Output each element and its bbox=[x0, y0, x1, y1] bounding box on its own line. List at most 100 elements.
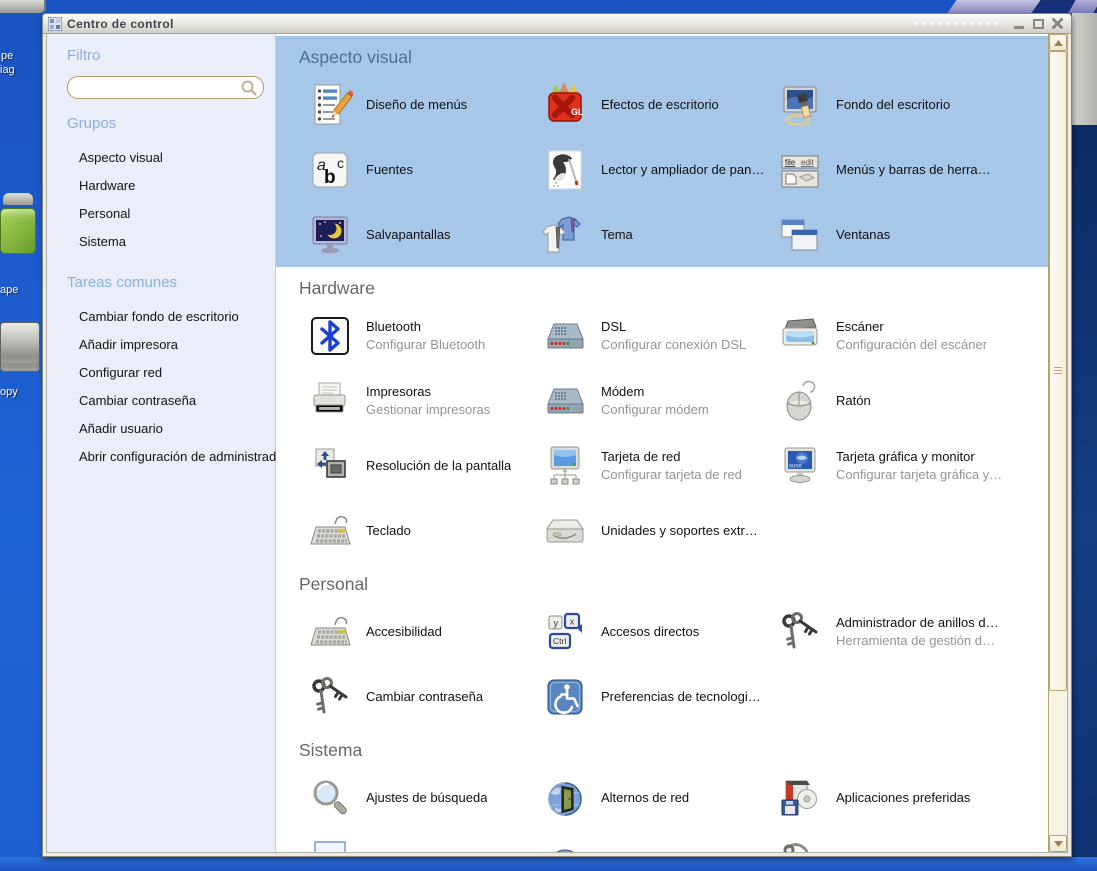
item-text: EscánerConfiguración del escáner bbox=[836, 318, 987, 354]
background-window-fragment bbox=[947, 0, 1040, 13]
item-graphics-card[interactable]: suseTarjeta gráfica y monitorConfigurar … bbox=[777, 442, 1027, 490]
partial-rect-icon bbox=[307, 840, 353, 852]
item-label: Fondo del escritorio bbox=[836, 96, 950, 114]
maximize-button[interactable] bbox=[1030, 16, 1046, 31]
titlebar-dots-texture bbox=[912, 20, 998, 27]
item-accessibility-keyboard[interactable]: Accesibilidad bbox=[307, 608, 542, 656]
item-keyboard[interactable]: Teclado bbox=[307, 507, 542, 555]
network-proxy-icon bbox=[542, 775, 588, 821]
sidebar-group-hardware[interactable]: Hardware bbox=[47, 172, 275, 200]
item-keyring[interactable]: Administrador de anillos d…Herramienta d… bbox=[777, 608, 1027, 656]
bluetooth-icon bbox=[307, 313, 353, 359]
search-input[interactable] bbox=[67, 76, 264, 99]
arrow-up-icon bbox=[1054, 40, 1063, 46]
item-screen-resolution[interactable]: Resolución de la pantalla bbox=[307, 442, 542, 490]
window-title: Centro de control bbox=[67, 17, 174, 31]
titlebar[interactable]: Centro de control bbox=[43, 14, 1071, 34]
item-mouse[interactable]: Ratón bbox=[777, 377, 1027, 425]
sidebar-group-aspecto-visual[interactable]: Aspecto visual bbox=[47, 144, 275, 172]
item-screen-reader[interactable]: Lector y ampliador de pan… bbox=[542, 146, 777, 194]
item-text: Alternos de red bbox=[601, 789, 689, 807]
item-shortcuts[interactable]: yxCtrlAccesos directos bbox=[542, 608, 777, 656]
sidebar-task-anadir-impresora[interactable]: Añadir impresora bbox=[47, 331, 275, 359]
window-icon bbox=[48, 17, 62, 31]
section-title: Aspecto visual bbox=[299, 47, 1048, 68]
section-title: Hardware bbox=[299, 278, 1048, 299]
screensaver-icon bbox=[307, 212, 353, 258]
sidebar-task-cambiar-contrasena[interactable]: Cambiar contraseña bbox=[47, 387, 275, 415]
section-grid: AccesibilidadyxCtrlAccesos directosAdmin… bbox=[276, 608, 1048, 721]
item-partial-rect[interactable] bbox=[307, 839, 542, 852]
item-desktop-effects[interactable]: GLEfectos de escritorio bbox=[542, 81, 777, 129]
item-bluetooth[interactable]: BluetoothConfigurar Bluetooth bbox=[307, 312, 542, 360]
item-menus-toolbars[interactable]: fileeditMenús y barras de herra… bbox=[777, 146, 1027, 194]
svg-text:b: b bbox=[324, 167, 336, 188]
item-desktop-background[interactable]: Fondo del escritorio bbox=[777, 81, 1027, 129]
item-windows[interactable]: Ventanas bbox=[777, 211, 1027, 259]
desktop: pe iag ape opy Centro de control Filtro bbox=[0, 0, 1097, 871]
item-dsl[interactable]: DSLConfigurar conexión DSL bbox=[542, 312, 777, 360]
item-text: Lector y ampliador de pan… bbox=[601, 161, 764, 179]
sidebar-task-cambiar-fondo-de-escritorio[interactable]: Cambiar fondo de escritorio bbox=[47, 303, 275, 331]
item-sublabel: Configurar módem bbox=[601, 401, 709, 419]
item-text: DSLConfigurar conexión DSL bbox=[601, 318, 746, 354]
sidebar-group-sistema[interactable]: Sistema bbox=[47, 228, 275, 256]
section-grid: BluetoothConfigurar Bluetooth DSLConfigur… bbox=[276, 312, 1048, 555]
item-sublabel: Configurar Bluetooth bbox=[366, 336, 485, 354]
item-label: Bluetooth bbox=[366, 318, 485, 336]
sidebar: Filtro Grupos Aspecto visualHardwarePers… bbox=[47, 34, 276, 852]
password-keys-icon bbox=[307, 674, 353, 720]
item-partial-keys[interactable] bbox=[777, 839, 1027, 852]
item-text: Ratón bbox=[836, 392, 871, 410]
scroll-up-button[interactable] bbox=[1049, 34, 1067, 51]
item-menu-layout[interactable]: Diseño de menús bbox=[307, 81, 542, 129]
item-fonts[interactable]: abcFuentes bbox=[307, 146, 542, 194]
item-theme[interactable]: Tema bbox=[542, 211, 777, 259]
item-text: Cambiar contraseña bbox=[366, 688, 483, 706]
item-password-keys[interactable]: Cambiar contraseña bbox=[307, 673, 542, 721]
sidebar-group-personal[interactable]: Personal bbox=[47, 200, 275, 228]
item-label: Fuentes bbox=[366, 161, 413, 179]
section-title: Personal bbox=[299, 574, 1048, 595]
screen-resolution-icon bbox=[307, 443, 353, 489]
item-text: Unidades y soportes extr… bbox=[601, 522, 758, 540]
item-network-proxy[interactable]: Alternos de red bbox=[542, 774, 777, 822]
desktop-icon-label-fragment: pe bbox=[1, 50, 13, 62]
item-label: Menús y barras de herra… bbox=[836, 161, 991, 179]
item-screensaver[interactable]: Salvapantallas bbox=[307, 211, 542, 259]
vertical-scrollbar[interactable] bbox=[1048, 34, 1067, 852]
scrollbar-track[interactable] bbox=[1049, 51, 1067, 835]
item-text: Efectos de escritorio bbox=[601, 96, 719, 114]
modem-icon bbox=[542, 378, 588, 424]
scrollbar-grip-icon bbox=[1054, 367, 1062, 375]
item-assistive-tech[interactable]: Preferencias de tecnologi… bbox=[542, 673, 777, 721]
scroll-down-button[interactable] bbox=[1049, 835, 1067, 852]
item-partial-globe[interactable] bbox=[542, 839, 777, 852]
item-label: Ratón bbox=[836, 392, 871, 410]
search-settings-icon bbox=[307, 775, 353, 821]
dsl-icon bbox=[542, 313, 588, 359]
item-label: Aplicaciones preferidas bbox=[836, 789, 970, 807]
item-label: Accesos directos bbox=[601, 623, 699, 641]
item-search-settings[interactable]: Ajustes de búsqueda bbox=[307, 774, 542, 822]
item-label: Administrador de anillos d… bbox=[836, 614, 999, 632]
sidebar-task-abrir-configuracion-de-administrador[interactable]: Abrir configuración de administrador bbox=[47, 443, 275, 471]
window-frame: Filtro Grupos Aspecto visualHardwarePers… bbox=[43, 34, 1071, 856]
sidebar-task-configurar-red[interactable]: Configurar red bbox=[47, 359, 275, 387]
close-button[interactable] bbox=[1049, 16, 1065, 31]
svg-text:x: x bbox=[570, 617, 575, 627]
item-scanner[interactable]: EscánerConfiguración del escáner bbox=[777, 312, 1027, 360]
item-modem[interactable]: MódemConfigurar módem bbox=[542, 377, 777, 425]
scrollbar-thumb[interactable] bbox=[1049, 51, 1067, 691]
minimize-button[interactable] bbox=[1011, 16, 1027, 31]
item-label: Lector y ampliador de pan… bbox=[601, 161, 764, 179]
search-box bbox=[67, 76, 264, 99]
item-text: Resolución de la pantalla bbox=[366, 457, 511, 475]
section-aspecto-visual: Aspecto visual Diseño de menúsGLEfectos d… bbox=[276, 36, 1048, 267]
item-label: Efectos de escritorio bbox=[601, 96, 719, 114]
item-network-card[interactable]: Tarjeta de redConfigurar tarjeta de red bbox=[542, 442, 777, 490]
sidebar-task-anadir-usuario[interactable]: Añadir usuario bbox=[47, 415, 275, 443]
item-removable-media[interactable]: Unidades y soportes extr… bbox=[542, 507, 777, 555]
item-printer[interactable]: ImpresorasGestionar impresoras bbox=[307, 377, 542, 425]
item-preferred-apps[interactable]: Aplicaciones preferidas bbox=[777, 774, 1027, 822]
